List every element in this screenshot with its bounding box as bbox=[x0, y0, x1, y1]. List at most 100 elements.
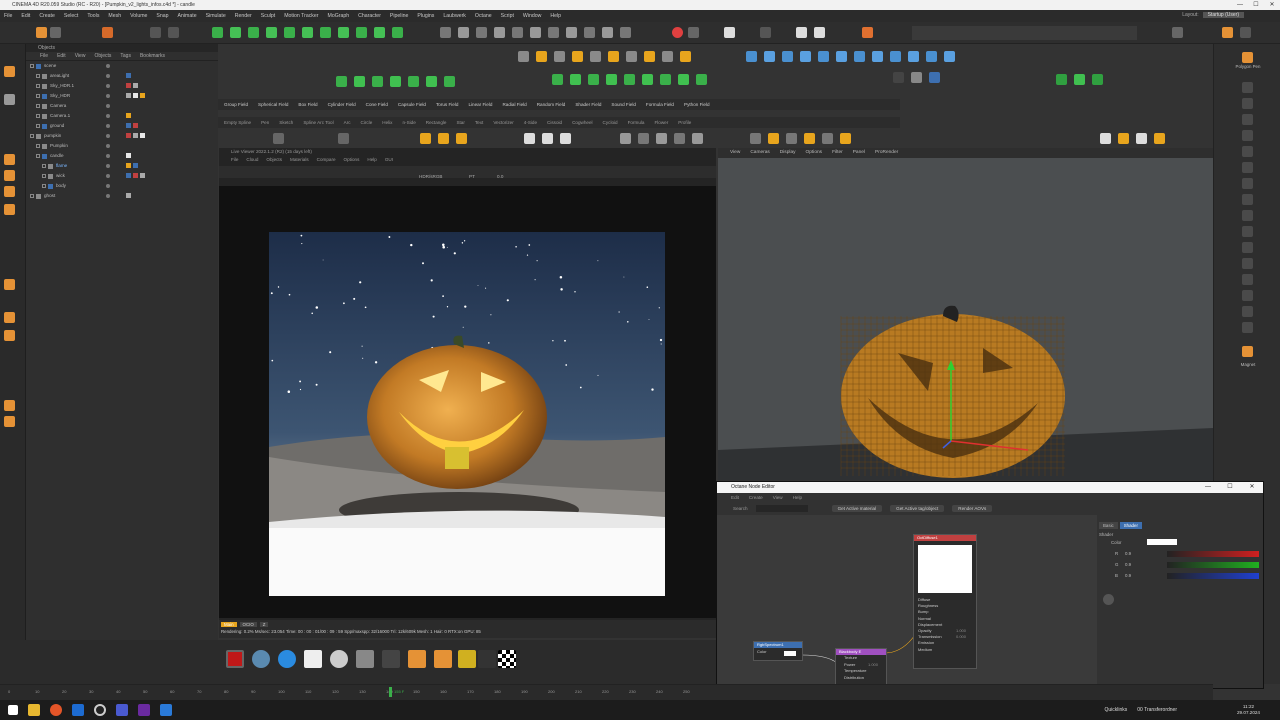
spline-cissoid[interactable]: Cissoid bbox=[547, 120, 562, 125]
render-aovs-button[interactable]: Render AOVs bbox=[952, 504, 993, 512]
menu-window[interactable]: Window bbox=[523, 13, 541, 19]
polygons-mode-icon[interactable] bbox=[4, 186, 15, 197]
object-menu-tags[interactable]: Tags bbox=[120, 52, 131, 60]
tool-icon[interactable] bbox=[440, 27, 451, 38]
tool-icon[interactable] bbox=[168, 27, 179, 38]
field-sound-field[interactable]: Sound Field bbox=[611, 102, 636, 107]
target-icon[interactable] bbox=[330, 650, 348, 668]
tool-icon[interactable] bbox=[1242, 274, 1253, 285]
kernel-select[interactable]: PT bbox=[469, 174, 475, 179]
tool-icon[interactable] bbox=[1242, 82, 1253, 93]
tool-icon[interactable] bbox=[390, 76, 401, 87]
lv-menu-help[interactable]: Help bbox=[367, 156, 376, 164]
tool-icon[interactable] bbox=[854, 51, 865, 62]
tool-icon[interactable] bbox=[908, 51, 919, 62]
camera-icon[interactable] bbox=[382, 650, 400, 668]
spline-star[interactable]: Star bbox=[456, 120, 464, 125]
channel-bar[interactable] bbox=[1167, 573, 1259, 579]
render-view-icon[interactable] bbox=[724, 27, 735, 38]
menu-pipeline[interactable]: Pipeline bbox=[390, 13, 408, 19]
render-pv-icon[interactable] bbox=[796, 27, 807, 38]
spline-spline-arc-tool[interactable]: Spline Arc Tool bbox=[303, 120, 333, 125]
menu-sculpt[interactable]: Sculpt bbox=[261, 13, 275, 19]
tool-icon[interactable] bbox=[374, 27, 385, 38]
tool-icon[interactable] bbox=[372, 76, 383, 87]
viewport-menu-view[interactable]: View bbox=[730, 148, 740, 158]
tool-icon[interactable] bbox=[566, 27, 577, 38]
expand-icon[interactable] bbox=[36, 154, 40, 158]
menu-plugins[interactable]: Plugins bbox=[417, 13, 434, 19]
tree-row[interactable]: areaLight bbox=[26, 71, 218, 81]
tool-icon[interactable] bbox=[356, 27, 367, 38]
tool-icon[interactable] bbox=[768, 133, 779, 144]
tool-icon[interactable] bbox=[620, 133, 631, 144]
sphere-icon[interactable] bbox=[278, 650, 296, 668]
expand-icon[interactable] bbox=[42, 184, 46, 188]
firefox-icon[interactable] bbox=[50, 704, 62, 716]
app-icon[interactable] bbox=[160, 704, 172, 716]
explorer-icon[interactable] bbox=[28, 704, 40, 716]
visibility-dots[interactable] bbox=[106, 134, 110, 138]
visibility-dots[interactable] bbox=[106, 164, 110, 168]
menu-character[interactable]: Character bbox=[358, 13, 381, 19]
field-spherical-field[interactable]: Spherical Field bbox=[258, 102, 288, 107]
tool-icon[interactable] bbox=[626, 51, 637, 62]
tool-icon[interactable] bbox=[822, 133, 833, 144]
expand-icon[interactable] bbox=[36, 84, 40, 88]
tool-icon[interactable] bbox=[542, 133, 553, 144]
tool-icon[interactable] bbox=[518, 51, 529, 62]
tool-icon[interactable] bbox=[408, 76, 419, 87]
app-icon[interactable] bbox=[138, 704, 150, 716]
tool-icon[interactable] bbox=[548, 27, 559, 38]
search-icon[interactable] bbox=[1172, 27, 1183, 38]
cinema4d-icon[interactable] bbox=[94, 704, 106, 716]
tag-icon[interactable] bbox=[126, 133, 131, 138]
viewport-menu-cameras[interactable]: Cameras bbox=[750, 148, 769, 158]
blackbody-node[interactable]: Blackbody E Texture Power 1.000 Temperature… bbox=[835, 648, 887, 686]
tool-icon[interactable] bbox=[584, 27, 595, 38]
tool-icon[interactable] bbox=[1242, 210, 1253, 221]
tool-icon[interactable] bbox=[786, 133, 797, 144]
expand-icon[interactable] bbox=[30, 134, 34, 138]
tool-icon[interactable] bbox=[624, 74, 635, 85]
tag-icon[interactable] bbox=[140, 173, 145, 178]
expand-icon[interactable] bbox=[36, 124, 40, 128]
tool-icon[interactable] bbox=[438, 133, 449, 144]
redo-icon[interactable] bbox=[50, 27, 61, 38]
tool-icon[interactable] bbox=[911, 72, 922, 83]
tool-icon[interactable] bbox=[1242, 146, 1253, 157]
expand-icon[interactable] bbox=[36, 104, 40, 108]
tag-icon[interactable] bbox=[140, 133, 145, 138]
node-pin-distribution[interactable]: Distribution bbox=[844, 675, 886, 682]
tool-icon[interactable] bbox=[1242, 290, 1253, 301]
node-pin-medium[interactable]: Medium bbox=[918, 647, 976, 653]
snap-icon[interactable] bbox=[4, 279, 15, 290]
tree-row[interactable]: wick bbox=[26, 171, 218, 181]
field-shader-field[interactable]: Shader Field bbox=[575, 102, 601, 107]
spline-n-side[interactable]: n-Side bbox=[402, 120, 415, 125]
spline-pen[interactable]: Pen bbox=[261, 120, 269, 125]
tool-icon[interactable] bbox=[836, 51, 847, 62]
tag-icon[interactable] bbox=[126, 153, 131, 158]
timeline[interactable]: 0102030405060708090100110120130140150160… bbox=[0, 684, 1213, 700]
visibility-dots[interactable] bbox=[106, 174, 110, 178]
tool-icon[interactable] bbox=[266, 27, 277, 38]
visibility-dots[interactable] bbox=[106, 144, 110, 148]
visibility-dots[interactable] bbox=[106, 94, 110, 98]
polygon-pen-icon[interactable] bbox=[1242, 52, 1253, 63]
color-swatch[interactable] bbox=[1147, 539, 1177, 545]
tool-icon[interactable] bbox=[456, 133, 467, 144]
tool-icon[interactable] bbox=[570, 74, 581, 85]
tree-row[interactable]: candle bbox=[26, 151, 218, 161]
app-icon[interactable] bbox=[116, 704, 128, 716]
tool-icon[interactable] bbox=[338, 27, 349, 38]
tree-row[interactable]: ghost bbox=[26, 191, 218, 201]
spline-circle[interactable]: Circle bbox=[361, 120, 373, 125]
object-menu-bookmarks[interactable]: Bookmarks bbox=[140, 52, 165, 60]
menu-octane[interactable]: Octane bbox=[475, 13, 492, 19]
tool-icon[interactable] bbox=[588, 74, 599, 85]
menu-mesh[interactable]: Mesh bbox=[108, 13, 121, 19]
tool-icon[interactable] bbox=[1242, 178, 1253, 189]
layout-icon[interactable] bbox=[1222, 27, 1233, 38]
get-active-material-button[interactable]: Get Active material bbox=[831, 504, 883, 512]
